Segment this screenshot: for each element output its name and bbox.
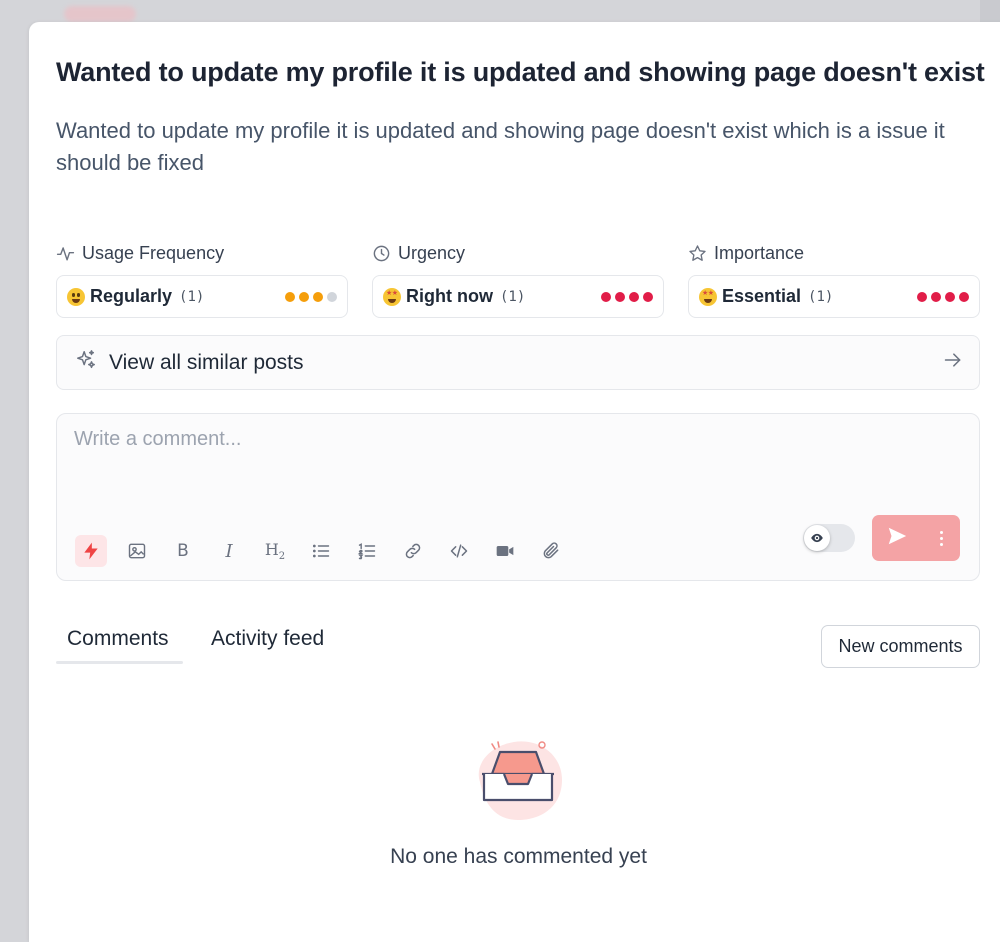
level-dot-filled bbox=[285, 291, 295, 302]
urgency-level bbox=[601, 291, 653, 302]
active-tab-indicator bbox=[56, 661, 183, 664]
comment-composer: B I H2 bbox=[56, 413, 980, 581]
usage-frequency-label: Usage Frequency bbox=[56, 243, 224, 264]
visibility-toggle[interactable] bbox=[803, 524, 855, 552]
heading-label: H2 bbox=[265, 540, 285, 562]
usage-frequency-level bbox=[285, 291, 337, 302]
level-dot-filled bbox=[629, 291, 639, 302]
sort-new-comments-button[interactable]: New comments bbox=[821, 625, 980, 668]
italic-label: I bbox=[225, 540, 233, 562]
importance-label: Importance bbox=[688, 243, 804, 264]
editor-toolbar: B I H2 bbox=[75, 535, 581, 567]
usage-frequency-label-text: Usage Frequency bbox=[82, 243, 225, 263]
urgency-select[interactable]: Right now (1) bbox=[372, 275, 664, 318]
send-icon bbox=[886, 525, 908, 552]
importance-select[interactable]: Essential (1) bbox=[688, 275, 980, 318]
level-dot-filled bbox=[959, 291, 969, 302]
send-button[interactable] bbox=[872, 515, 922, 561]
urgency-count: (1) bbox=[499, 288, 526, 305]
comment-input[interactable] bbox=[74, 428, 954, 508]
urgency-label-text: Urgency bbox=[398, 243, 466, 263]
grinning-face-icon bbox=[67, 287, 85, 306]
level-dot-filled bbox=[615, 291, 625, 302]
star-struck-face-icon bbox=[383, 287, 401, 306]
empty-state-message: No one has commented yet bbox=[390, 845, 647, 868]
heading-icon[interactable]: H2 bbox=[259, 535, 291, 567]
usage-frequency-select[interactable]: Regularly (1) bbox=[56, 275, 348, 318]
bold-label: B bbox=[177, 541, 189, 561]
urgency-value: Right now bbox=[406, 286, 493, 306]
tab-comments[interactable]: Comments bbox=[67, 627, 169, 651]
numbered-list-icon[interactable] bbox=[351, 535, 383, 567]
post-description: Wanted to update my profile it is update… bbox=[56, 118, 945, 175]
attachment-icon[interactable] bbox=[535, 535, 567, 567]
code-icon[interactable] bbox=[443, 535, 475, 567]
more-vertical-icon[interactable] bbox=[922, 515, 960, 561]
level-dot-filled bbox=[917, 291, 927, 302]
level-dot-filled bbox=[313, 291, 323, 302]
bold-icon[interactable]: B bbox=[167, 535, 199, 567]
sparkles-icon bbox=[75, 349, 97, 376]
importance-level bbox=[917, 291, 969, 302]
star-icon bbox=[688, 244, 707, 263]
italic-icon[interactable]: I bbox=[213, 535, 245, 567]
send-button-group bbox=[872, 515, 960, 561]
empty-inbox-icon bbox=[468, 736, 568, 822]
level-dot-filled bbox=[601, 291, 611, 302]
usage-frequency-count: (1) bbox=[179, 288, 205, 305]
post-title: Wanted to update my profile it is update… bbox=[56, 57, 985, 87]
level-dot-empty bbox=[327, 291, 337, 302]
arrow-right-icon bbox=[943, 350, 963, 375]
view-similar-posts-button[interactable]: View all similar posts bbox=[56, 335, 980, 390]
importance-count: (1) bbox=[808, 288, 834, 305]
link-icon[interactable] bbox=[397, 535, 429, 567]
importance-label-text: Importance bbox=[714, 243, 805, 263]
level-dot-filled bbox=[299, 291, 309, 302]
level-dot-filled bbox=[931, 291, 941, 302]
view-similar-posts-label: View all similar posts bbox=[109, 350, 304, 374]
level-dot-filled bbox=[643, 291, 653, 302]
clock-icon bbox=[372, 244, 391, 263]
level-dot-filled bbox=[945, 291, 955, 302]
heading-letter: H bbox=[264, 539, 279, 559]
lightning-icon[interactable] bbox=[75, 535, 107, 567]
background-badge bbox=[64, 6, 136, 22]
usage-frequency-value: Regularly bbox=[90, 286, 173, 306]
eye-icon bbox=[804, 525, 830, 551]
bullet-list-icon[interactable] bbox=[305, 535, 337, 567]
heading-level: 2 bbox=[278, 551, 286, 563]
tab-activity-feed[interactable]: Activity feed bbox=[211, 627, 324, 651]
image-icon[interactable] bbox=[121, 535, 153, 567]
activity-icon bbox=[56, 244, 75, 263]
urgency-label: Urgency bbox=[372, 243, 465, 264]
video-icon[interactable] bbox=[489, 535, 521, 567]
importance-value: Essential bbox=[722, 286, 802, 306]
star-struck-face-icon bbox=[699, 287, 717, 306]
background-edge bbox=[980, 0, 1000, 22]
